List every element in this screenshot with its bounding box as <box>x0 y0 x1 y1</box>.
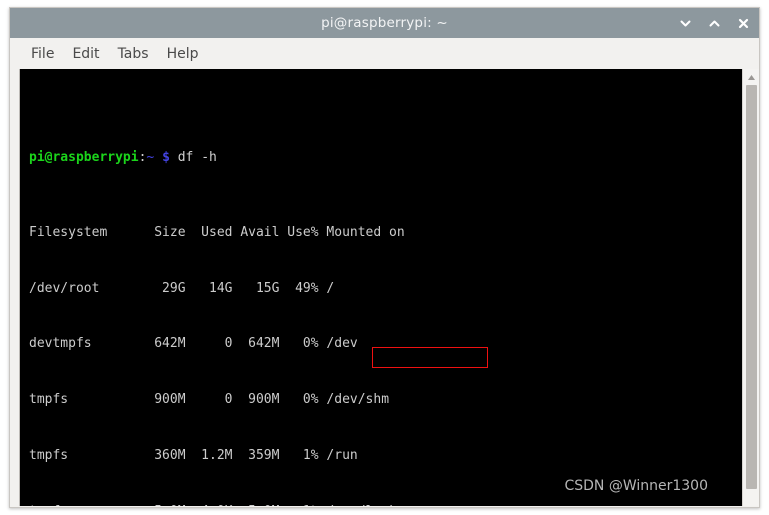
close-button[interactable] <box>735 15 751 31</box>
df-header-row: Filesystem Size Used Avail Use% Mounted … <box>29 224 405 240</box>
menu-item-help[interactable]: Help <box>158 44 208 64</box>
scroll-up-button[interactable] <box>743 70 759 84</box>
chevron-up-icon <box>709 20 719 26</box>
terminal-area[interactable]: pi@raspberrypi:~ $ df -h Filesystem Size… <box>19 69 752 506</box>
df-row-1: devtmpfs 642M 0 642M 0% /dev <box>29 336 358 352</box>
terminal-line-prompt-df: pi@raspberrypi:~ $ df -h <box>29 149 436 168</box>
prompt-sigil: $ <box>162 150 170 166</box>
df-row-3: tmpfs 360M 1.2M 359M 1% /run <box>29 447 358 463</box>
watermark-text: CSDN @Winner1300 <box>564 478 708 494</box>
caret-up-icon <box>747 74 755 80</box>
close-icon <box>738 18 748 28</box>
df-row-2: tmpfs 900M 0 900M 0% /dev/shm <box>29 392 390 408</box>
menu-item-file[interactable]: File <box>22 44 63 64</box>
menu-item-tabs[interactable]: Tabs <box>109 44 158 64</box>
command-df: df -h <box>177 150 217 166</box>
df-row-4: tmpfs 5.0M 4.0K 5.0M 1% /run/lock <box>29 503 436 506</box>
window-title: pi@raspberrypi: ~ <box>321 15 448 31</box>
screenshot-root: pi@raspberrypi: ~ File Edit Tabs Help pi… <box>0 0 769 515</box>
scrollbar-thumb[interactable] <box>746 85 757 489</box>
terminal-screen[interactable]: pi@raspberrypi:~ $ df -h Filesystem Size… <box>20 69 736 506</box>
prompt-user-host: pi@raspberrypi <box>29 150 139 166</box>
menubar: File Edit Tabs Help <box>10 38 759 69</box>
terminal-scrollbar[interactable] <box>742 69 759 506</box>
minimize-button[interactable] <box>677 15 693 31</box>
menu-item-edit[interactable]: Edit <box>63 44 108 64</box>
terminal-output: pi@raspberrypi:~ $ df -h Filesystem Size… <box>29 75 436 506</box>
maximize-button[interactable] <box>706 15 722 31</box>
window-controls <box>677 8 751 38</box>
df-row-0: /dev/root 29G 14G 15G 49% / <box>29 280 335 296</box>
chevron-down-icon <box>680 20 690 26</box>
window-titlebar[interactable]: pi@raspberrypi: ~ <box>10 8 759 38</box>
terminal-window: pi@raspberrypi: ~ File Edit Tabs Help pi… <box>9 7 760 508</box>
